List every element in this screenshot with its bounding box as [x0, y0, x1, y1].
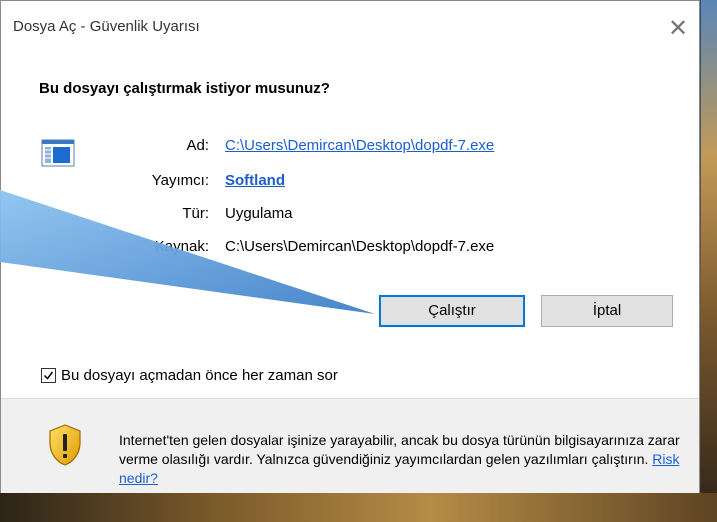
- always-ask-label: Bu dosyayı açmadan önce her zaman sor: [61, 367, 338, 384]
- always-ask-checkbox[interactable]: [41, 368, 56, 383]
- cancel-button[interactable]: İptal: [541, 295, 673, 327]
- source-label: Kaynak:: [154, 238, 209, 255]
- type-label: Tür:: [182, 205, 209, 222]
- source-value: C:\Users\Demircan\Desktop\dopdf-7.exe: [225, 238, 495, 255]
- name-label: Ad:: [186, 137, 209, 154]
- warning-message: Internet'ten gelen dosyalar işinize yara…: [119, 432, 680, 467]
- warning-text: Internet'ten gelen dosyalar işinize yara…: [119, 431, 689, 488]
- title-bar: Dosya Aç - Güvenlik Uyarısı ✕: [1, 1, 699, 57]
- publisher-link[interactable]: Softland: [225, 172, 285, 189]
- dialog-title: Dosya Aç - Güvenlik Uyarısı: [13, 18, 200, 35]
- dialog-question: Bu dosyayı çalıştırmak istiyor musunuz?: [39, 80, 330, 97]
- security-shield-icon: [49, 424, 81, 466]
- close-icon[interactable]: ✕: [663, 13, 693, 43]
- security-warning-dialog: Dosya Aç - Güvenlik Uyarısı ✕ Bu dosyayı…: [0, 0, 700, 493]
- publisher-label: Yayımcı:: [151, 172, 209, 189]
- warning-footer: Internet'ten gelen dosyalar işinize yara…: [1, 399, 699, 493]
- application-icon: [41, 139, 75, 167]
- type-value: Uygulama: [225, 205, 293, 222]
- run-button[interactable]: Çalıştır: [379, 295, 525, 327]
- desktop-background-right: [701, 0, 717, 522]
- checkmark-icon: [43, 371, 54, 380]
- file-name-link[interactable]: C:\Users\Demircan\Desktop\dopdf-7.exe: [225, 137, 494, 154]
- desktop-background-bottom: [0, 493, 717, 522]
